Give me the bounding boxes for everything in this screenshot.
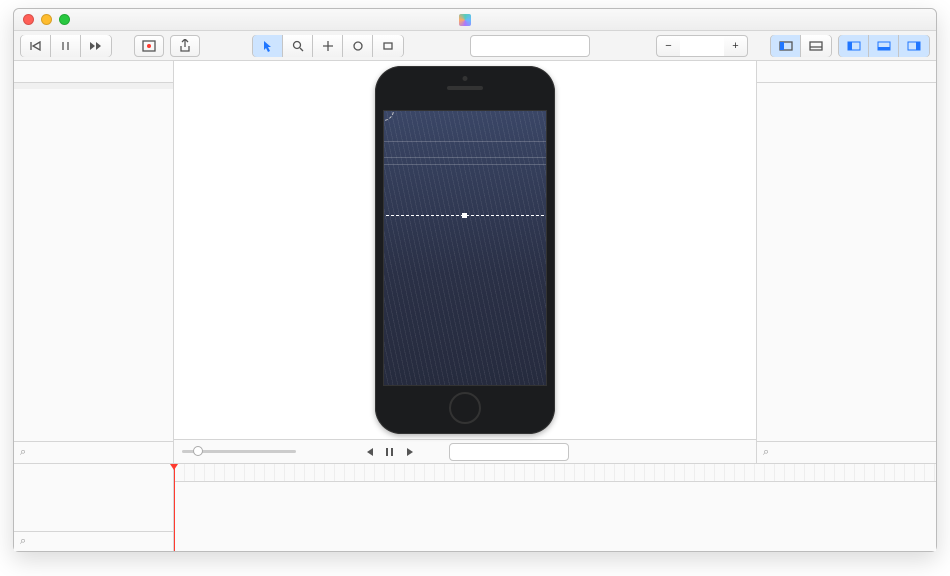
doc-icon (459, 14, 471, 26)
selection-box[interactable] (383, 110, 547, 216)
fast-forward-button[interactable] (81, 35, 111, 57)
timeline-zoom-slider[interactable] (174, 450, 304, 453)
playhead[interactable] (174, 464, 175, 551)
view-mode-1-button[interactable] (771, 35, 801, 57)
share-button[interactable] (170, 35, 200, 57)
tl-rewind-button[interactable] (361, 444, 377, 460)
left-sidebar: ⌕ (14, 61, 174, 463)
timeline: ⌕ (14, 463, 936, 551)
zoom-tool-button[interactable] (283, 35, 313, 57)
panel-bottom-button[interactable] (869, 35, 899, 57)
minimize-window-button[interactable] (41, 14, 52, 25)
close-window-button[interactable] (23, 14, 34, 25)
right-sidebar: ⌕ (756, 61, 936, 463)
crosshair-tool-button[interactable] (313, 35, 343, 57)
canvas[interactable] (174, 61, 756, 463)
record-button[interactable] (134, 35, 164, 57)
toolbar: − + (14, 31, 936, 61)
tl-forward-button[interactable] (403, 444, 419, 460)
circle-tool-button[interactable] (343, 35, 373, 57)
pointer-tool-button[interactable] (253, 35, 283, 57)
zoom-window-button[interactable] (59, 14, 70, 25)
search-icon[interactable]: ⌕ (20, 535, 26, 548)
tl-pause-button[interactable] (382, 444, 398, 460)
zoom-value[interactable] (680, 35, 724, 57)
tl-timecode (449, 443, 569, 461)
zoom-out-button[interactable]: − (656, 35, 680, 57)
titlebar (14, 9, 936, 31)
page-section-header (14, 83, 173, 89)
zoom-in-button[interactable]: + (724, 35, 748, 57)
toolbar-timecode (470, 35, 590, 57)
pause-button[interactable] (51, 35, 81, 57)
phone-mockup (375, 66, 555, 434)
rect-tool-button[interactable] (373, 35, 403, 57)
search-icon[interactable]: ⌕ (20, 446, 26, 459)
panel-right-button[interactable] (899, 35, 929, 57)
rewind-button[interactable] (21, 35, 51, 57)
panel-left-button[interactable] (839, 35, 869, 57)
view-mode-2-button[interactable] (801, 35, 831, 57)
search-icon[interactable]: ⌕ (763, 446, 769, 459)
